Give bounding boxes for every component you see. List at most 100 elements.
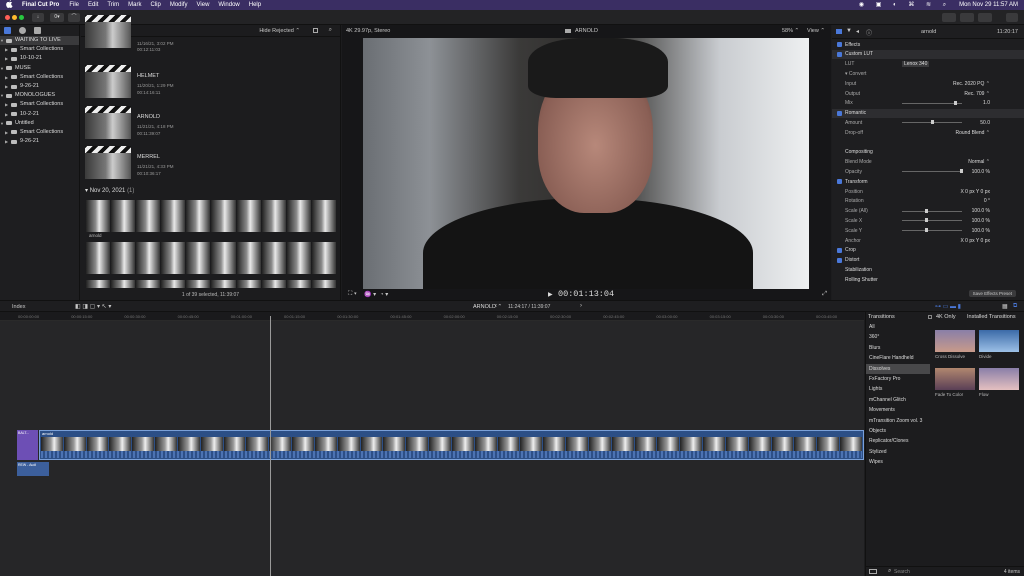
menu-window[interactable]: Window (218, 2, 239, 8)
inspector-value[interactable]: 100.0 % (972, 228, 990, 234)
primary-storyline-clip[interactable]: arnold (39, 430, 864, 460)
menu-app-name[interactable]: Final Cut Pro (22, 2, 59, 8)
transition-category[interactable]: Wipes (866, 457, 930, 467)
keywords-button[interactable]: 0▾ (50, 13, 64, 22)
sidebar-item[interactable]: ▼ Untitled (0, 119, 79, 128)
layout-toggle-2[interactable] (960, 13, 974, 22)
transform-tool-icon[interactable]: ⛶ ▾ (348, 291, 357, 298)
inspector-row[interactable]: Transform (832, 177, 1024, 186)
transition-thumbnail[interactable] (935, 330, 975, 352)
timeline-view-icons[interactable]: ⊶ ▭ ▬ ▮ (935, 303, 961, 310)
inspector-row[interactable]: Mix 1.0 (832, 99, 1024, 108)
transition-thumbnail[interactable] (979, 330, 1019, 352)
sidebar-item[interactable]: ▶ Smart Collections (0, 45, 79, 54)
inspector-row[interactable]: Input Rec. 2020 PQ ⌃ (832, 79, 1024, 88)
filmstrip-1[interactable] (86, 200, 336, 232)
value-slider[interactable] (902, 228, 962, 233)
transitions-search-input[interactable]: Search (894, 569, 910, 575)
inspector-row[interactable]: Crop (832, 246, 1024, 255)
slider-knob[interactable] (925, 208, 929, 213)
transition-category[interactable]: Blurs (866, 343, 930, 353)
enable-checkbox[interactable] (837, 247, 842, 253)
inspector-value[interactable]: 0 ° (984, 198, 990, 204)
info-inspector-icon[interactable]: ⓘ (866, 28, 872, 37)
edit-tools-icons[interactable]: ◧ ◨ ▢ ▾ ↖ ▾ (75, 303, 111, 310)
playhead[interactable] (270, 316, 271, 576)
transition-category[interactable]: Objects (866, 426, 930, 436)
inspector-row[interactable]: Blend Mode Normal ⌃ (832, 158, 1024, 167)
inspector-value[interactable]: Lenox 340 (902, 61, 930, 68)
status-icons[interactable]: ◉ ▣ ◐ ⌘ ≋ ⌕ (859, 1, 951, 9)
inspector-row[interactable]: Output Rec. 709 ⌃ (832, 89, 1024, 98)
inspector-row[interactable]: Stabilization (832, 265, 1024, 274)
effects-browser-icon[interactable]: ▦ (1002, 303, 1008, 310)
background-tasks-button[interactable]: ⌒ (68, 13, 80, 22)
inspector-row[interactable]: Scale X 100.0 % (832, 216, 1024, 225)
project-name-dropdown[interactable]: ARNOLD ⌃ (473, 304, 502, 310)
slider-knob[interactable] (954, 100, 958, 105)
audio-clip[interactable]: REW - Audi (17, 462, 49, 476)
inspector-value[interactable]: 1.0 (983, 100, 990, 106)
transition-category[interactable]: mChannel Glitch (866, 395, 930, 405)
inspector-row[interactable]: Drop-off Round Blend ⌃ (832, 128, 1024, 137)
window-minimize-button[interactable] (12, 15, 17, 20)
enable-checkbox[interactable] (837, 42, 842, 47)
browser-settings-icon[interactable] (313, 28, 318, 33)
timeline-ruler[interactable]: 00:00:00:00 00:00:15:00 00:00:30:00 00:00:4… (0, 312, 864, 321)
video-inspector-icon[interactable] (836, 29, 842, 34)
menu-clip[interactable]: Clip (150, 2, 160, 8)
fullscreen-icon[interactable]: ⤢ (822, 291, 827, 298)
timeline-nav-forward-icon[interactable]: › (580, 303, 582, 309)
filmstrip-2[interactable] (86, 242, 336, 274)
libraries-tab-icon[interactable] (4, 27, 11, 34)
transition-category[interactable]: FxFactory Pro (866, 374, 930, 384)
sidebar-toggle-icon[interactable] (869, 569, 877, 574)
apple-menu-icon[interactable] (6, 0, 14, 10)
inspector-row[interactable]: Romantic (832, 108, 1024, 118)
inspector-row[interactable]: Position X 0 px Y 0 px (832, 187, 1024, 196)
transition-category[interactable]: 360° (866, 332, 930, 342)
menu-help[interactable]: Help (249, 2, 261, 8)
sidebar-item[interactable]: ▶ Smart Collections (0, 73, 79, 82)
inspector-value[interactable]: X 0 px Y 0 px (960, 189, 990, 195)
transition-thumbnail[interactable] (935, 368, 975, 390)
inspector-value[interactable]: X 0 px Y 0 px (960, 238, 990, 244)
inspector-value[interactable]: Round Blend ⌃ (956, 130, 991, 136)
installed-transitions-dropdown[interactable]: Installed Transitions (967, 314, 1016, 320)
inspector-row[interactable]: Scale Y 100.0 % (832, 226, 1024, 235)
slider-knob[interactable] (931, 120, 934, 125)
connected-clip[interactable]: BALT... (17, 430, 38, 460)
browser-search-icon[interactable]: ⌕ (329, 27, 332, 34)
menu-view[interactable]: View (197, 2, 210, 8)
date-group-header[interactable]: ▾ Nov 20, 2021 (1) (85, 187, 134, 194)
menu-file[interactable]: File (69, 2, 79, 8)
inspector-value[interactable]: Rec. 709 ⌃ (964, 91, 990, 97)
inspector-row[interactable]: Anchor X 0 px Y 0 px (832, 236, 1024, 245)
enable-checkbox[interactable] (837, 179, 842, 185)
share-button[interactable] (1006, 13, 1018, 22)
inspector-row[interactable]: Rolling Shutter (832, 275, 1024, 284)
slider-knob[interactable] (960, 169, 963, 174)
filter-dropdown[interactable]: Hide Rejected ⌃ (259, 28, 300, 34)
value-slider[interactable] (902, 169, 963, 174)
menubar-datetime[interactable]: Mon Nov 29 11:57 AM (959, 2, 1018, 8)
menu-modify[interactable]: Modify (170, 2, 188, 8)
transition-category[interactable]: Replicator/Clones (866, 436, 930, 446)
4k-only-checkbox[interactable] (928, 315, 932, 319)
transition-category[interactable]: Movements (866, 405, 930, 415)
enable-checkbox[interactable] (837, 110, 842, 116)
inspector-row[interactable]: Opacity 100.0 % (832, 167, 1024, 176)
timecode-display[interactable]: 00:01:13:04 (558, 289, 614, 299)
zoom-dropdown[interactable]: 58% ⌃ (782, 28, 799, 34)
video-frame[interactable] (363, 38, 809, 289)
transition-category[interactable]: Lights (866, 384, 930, 394)
inspector-row[interactable]: Distort (832, 256, 1024, 265)
menu-mark[interactable]: Mark (128, 2, 141, 8)
inspector-row[interactable]: Amount 50.0 (832, 118, 1024, 127)
sidebar-item[interactable]: ▼ MONOLOGUES (0, 91, 79, 100)
sidebar-item[interactable]: ▶ 10-2-21 (0, 110, 79, 119)
menu-trim[interactable]: Trim (107, 2, 119, 8)
audio-inspector-icon[interactable]: ◂ (856, 28, 859, 35)
transition-category[interactable]: Stylized (866, 447, 930, 457)
view-dropdown[interactable]: View ⌃ (807, 28, 825, 34)
